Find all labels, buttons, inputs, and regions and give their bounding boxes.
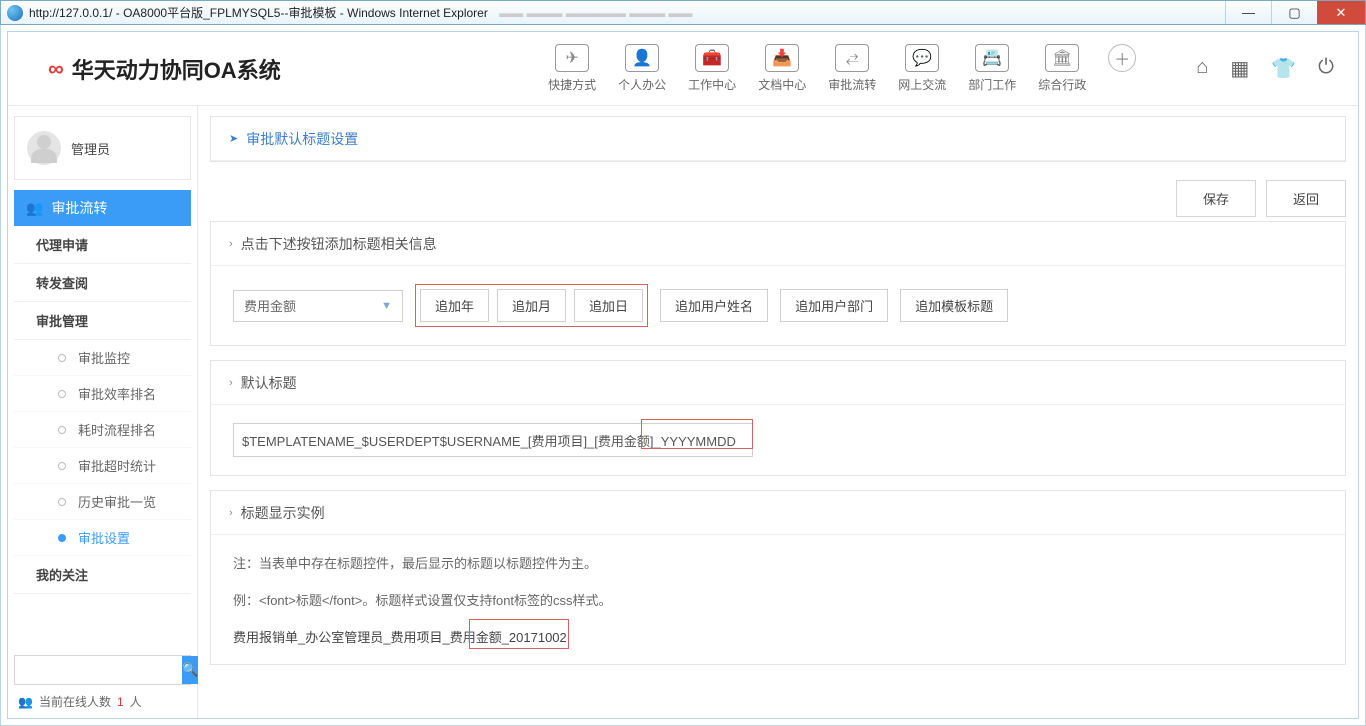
- sidebar-item-manage[interactable]: 审批管理: [14, 302, 191, 340]
- append-day-button[interactable]: 追加日: [574, 289, 643, 322]
- nav-work[interactable]: 🧰工作中心: [688, 44, 736, 93]
- avatar-icon: [27, 131, 61, 165]
- nav-shortcut[interactable]: ✈快捷方式: [548, 44, 596, 93]
- note-2: 例：<font>标题</font>。标题样式设置仅支持font标签的css样式。: [233, 590, 1323, 609]
- nav-approval[interactable]: ⥄审批流转: [828, 44, 876, 93]
- send-icon: ✈: [555, 44, 589, 72]
- nav-dept[interactable]: 📇部门工作: [968, 44, 1016, 93]
- address-title: http://127.0.0.1/ - OA8000平台版_FPLMYSQL5-…: [29, 4, 1225, 21]
- panel-default-title: ›默认标题 $TEMPLATENAME_$USERDEPT$USERNAME_[…: [210, 360, 1346, 476]
- search-button[interactable]: 🔍: [182, 656, 198, 684]
- home-icon[interactable]: ⌂: [1196, 56, 1208, 81]
- arrow-icon: ➤: [229, 132, 238, 145]
- append-username-button[interactable]: 追加用户姓名: [660, 289, 768, 322]
- nav-docs[interactable]: 📥文档中心: [758, 44, 806, 93]
- chevron-icon: ›: [229, 377, 233, 389]
- maximize-button[interactable]: ▢: [1271, 1, 1317, 24]
- close-button[interactable]: ✕: [1317, 1, 1365, 24]
- field-select[interactable]: 费用金额 ▼: [233, 290, 403, 322]
- people-icon: 👥: [26, 200, 43, 217]
- title-input[interactable]: $TEMPLATENAME_$USERDEPT$USERNAME_[费用项目]_…: [233, 423, 753, 457]
- flow-icon: ⥄: [835, 44, 869, 72]
- briefcase-icon: 🧰: [695, 44, 729, 72]
- panel-add-info: ›点击下述按钮添加标题相关信息 费用金额 ▼ 追加年 追加月 追加日 追加用户姓…: [210, 221, 1346, 346]
- sub-monitor[interactable]: 审批监控: [14, 340, 191, 376]
- chat-icon: 💬: [905, 44, 939, 72]
- main-content: ➤ 审批默认标题设置 保存 返回 ›点击下述按钮添加标题相关信息 费用金额 ▼: [198, 106, 1358, 718]
- browser-titlebar: http://127.0.0.1/ - OA8000平台版_FPLMYSQL5-…: [0, 0, 1366, 25]
- page-title: 审批默认标题设置: [246, 129, 358, 149]
- sub-history[interactable]: 历史审批一览: [14, 484, 191, 520]
- chevron-icon: ›: [229, 238, 233, 250]
- logo-icon: ∞: [48, 56, 64, 82]
- inbox-icon: 📥: [765, 44, 799, 72]
- sub-efficiency[interactable]: 审批效率排名: [14, 376, 191, 412]
- ie-icon: [7, 5, 23, 21]
- sidebar-item-proxy[interactable]: 代理申请: [14, 226, 191, 264]
- example-text: 费用报销单_办公室管理员_费用项目_费用金额_20171002: [233, 630, 567, 645]
- user-box: 管理员: [14, 116, 191, 180]
- app-header: ∞ 华天动力协同OA系统 ✈快捷方式 👤个人办公 🧰工作中心 📥文档中心 ⥄审批…: [8, 32, 1358, 106]
- sidebar-item-concern[interactable]: 我的关注: [14, 556, 191, 594]
- action-row: 保存 返回: [210, 176, 1346, 221]
- append-year-button[interactable]: 追加年: [420, 289, 489, 322]
- sidebar: 管理员 👥 审批流转 代理申请 转发查阅 审批管理 审批监控 审批效率排名 耗时…: [8, 106, 198, 718]
- nav-admin[interactable]: 🏛综合行政: [1038, 44, 1086, 93]
- nav-exchange[interactable]: 💬网上交流: [898, 44, 946, 93]
- apps-icon[interactable]: ▦: [1230, 56, 1249, 81]
- chevron-icon: ›: [229, 507, 233, 519]
- power-icon[interactable]: ⏻: [1318, 56, 1334, 81]
- brand: ∞ 华天动力协同OA系统: [48, 53, 281, 85]
- sidebar-item-forward[interactable]: 转发查阅: [14, 264, 191, 302]
- building-icon: 🏛: [1045, 44, 1079, 72]
- note-1: 注：当表单中存在标题控件，最后显示的标题以标题控件为主。: [233, 553, 1323, 572]
- panel-page-title: ➤ 审批默认标题设置: [210, 116, 1346, 162]
- nav-personal[interactable]: 👤个人办公: [618, 44, 666, 93]
- people-icon: 👥: [18, 695, 33, 709]
- back-button[interactable]: 返回: [1266, 180, 1346, 217]
- nav-add[interactable]: ＋: [1108, 44, 1136, 72]
- save-button[interactable]: 保存: [1176, 180, 1256, 217]
- card-icon: 📇: [975, 44, 1009, 72]
- online-status: 👥 当前在线人数 1人: [14, 685, 191, 710]
- sidebar-search: 🔍: [14, 655, 191, 685]
- top-nav: ✈快捷方式 👤个人办公 🧰工作中心 📥文档中心 ⥄审批流转 💬网上交流 📇部门工…: [548, 44, 1136, 93]
- highlight-date-buttons: 追加年 追加月 追加日: [415, 284, 648, 327]
- sidebar-section-approval[interactable]: 👥 审批流转: [14, 190, 191, 226]
- sub-settings[interactable]: 审批设置: [14, 520, 191, 556]
- append-userdept-button[interactable]: 追加用户部门: [780, 289, 888, 322]
- append-month-button[interactable]: 追加月: [497, 289, 566, 322]
- search-input[interactable]: [15, 656, 182, 684]
- sub-timeout[interactable]: 审批超时统计: [14, 448, 191, 484]
- panel-example: ›标题显示实例 注：当表单中存在标题控件，最后显示的标题以标题控件为主。 例：<…: [210, 490, 1346, 665]
- header-tools: ⌂ ▦ 👕 ⏻: [1196, 56, 1334, 81]
- chevron-down-icon: ▼: [381, 300, 392, 312]
- username: 管理员: [71, 139, 110, 158]
- sub-time[interactable]: 耗时流程排名: [14, 412, 191, 448]
- plus-icon: ＋: [1108, 44, 1136, 72]
- minimize-button[interactable]: —: [1225, 1, 1271, 24]
- append-template-button[interactable]: 追加模板标题: [900, 289, 1008, 322]
- shirt-icon[interactable]: 👕: [1271, 56, 1296, 81]
- person-icon: 👤: [625, 44, 659, 72]
